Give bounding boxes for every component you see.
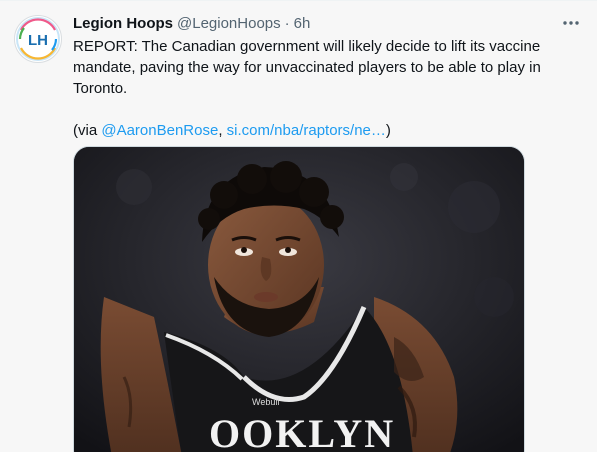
- more-horizontal-icon: [563, 21, 579, 25]
- jersey-lettering: OOKLYN: [209, 411, 395, 452]
- user-handle[interactable]: @LegionHoops: [177, 15, 281, 32]
- tweet-source-line: (via @AaronBenRose, si.com/nba/raptors/n…: [73, 120, 583, 141]
- player-photo: OOKLYN Webull: [74, 147, 524, 452]
- mention-link[interactable]: @AaronBenRose: [101, 122, 218, 139]
- tweet-text: REPORT: The Canadian government will lik…: [73, 36, 583, 141]
- jersey-logo: Webull: [252, 397, 279, 407]
- article-link[interactable]: si.com/nba/raptors/ne…: [227, 122, 386, 139]
- via-comma: ,: [218, 122, 227, 139]
- separator-dot: ·: [284, 14, 290, 32]
- avatar-letters: LH: [28, 32, 48, 49]
- display-name[interactable]: Legion Hoops: [73, 15, 173, 32]
- tweet-main-text: REPORT: The Canadian government will lik…: [73, 38, 541, 97]
- tweet-header: Legion Hoops @LegionHoops · 6h: [73, 13, 310, 33]
- tweet-card[interactable]: LH Legion Hoops @LegionHoops · 6h REPORT…: [0, 0, 597, 452]
- more-options-button[interactable]: [559, 11, 583, 35]
- via-close: ): [385, 122, 391, 139]
- avatar[interactable]: LH: [14, 15, 62, 63]
- tweet-photo[interactable]: OOKLYN Webull: [73, 146, 525, 452]
- timestamp[interactable]: 6h: [294, 15, 311, 32]
- via-open: (via: [73, 122, 102, 139]
- legion-hoops-logo: LH: [16, 17, 60, 61]
